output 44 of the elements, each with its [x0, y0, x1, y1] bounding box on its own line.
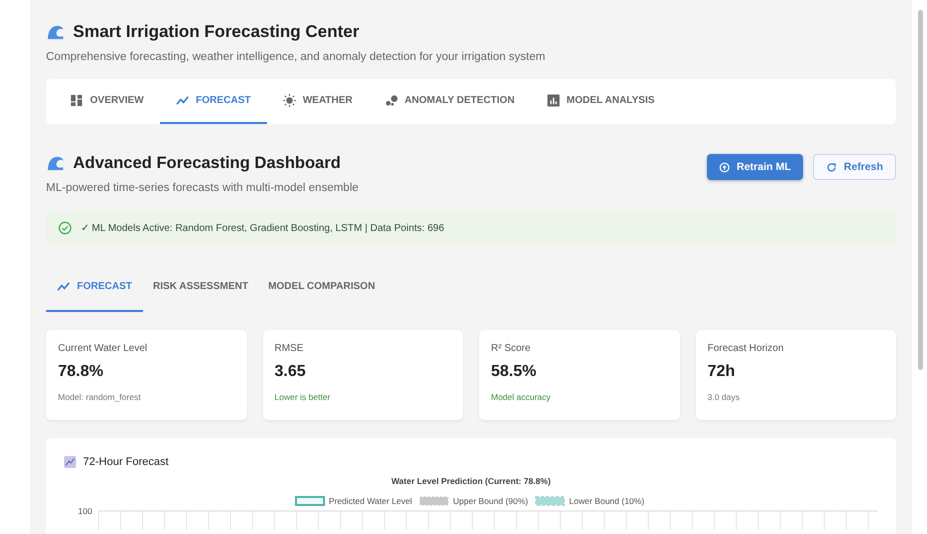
- wave-icon: [46, 154, 65, 173]
- tab[interactable]: RISK ASSESSMENT: [143, 262, 258, 312]
- metric-note: Lower is better: [274, 392, 332, 402]
- retrain-button[interactable]: Retrain ML: [706, 154, 803, 180]
- trend-line-icon: [176, 94, 189, 107]
- page-title: Smart Irrigation Forecasting Center: [73, 22, 360, 42]
- section-title: Advanced Forecasting Dashboard: [73, 154, 341, 173]
- metric-value: 3.65: [274, 363, 307, 381]
- tab[interactable]: ANOMALY DETECTION: [368, 79, 531, 124]
- dashboard-icon: [70, 94, 83, 107]
- scatter-dots-icon: [384, 94, 398, 107]
- tab[interactable]: MODEL ANALYSIS: [530, 79, 671, 124]
- metric-note: 3.0 days: [708, 392, 741, 402]
- tab[interactable]: FORECAST: [160, 79, 267, 124]
- forecast-title: 72-Hour Forecast: [83, 456, 169, 468]
- metric-label: Forecast Horizon: [708, 343, 785, 354]
- legend-label: Upper Bound (90%): [453, 496, 528, 506]
- chart-icon: [64, 456, 76, 468]
- metric-value: 58.5%: [491, 363, 538, 381]
- tab[interactable]: MODEL COMPARISON: [258, 262, 386, 312]
- metric-value: 78.8%: [58, 363, 104, 381]
- sun-icon: [282, 94, 296, 107]
- metric-value: 72h: [708, 363, 736, 381]
- axis-tick-label: 100: [78, 506, 92, 516]
- trend-line-icon: [57, 280, 70, 292]
- alert-text: ✓ ML Models Active: Random Forest, Gradient Boosting, LSTM | Data Points: 696: [81, 222, 444, 234]
- page-subtitle: Comprehensive forecasting, weather intelligence, and anomaly detection for your irrigation system: [46, 51, 546, 63]
- legend-label: Lower Bound (10%): [569, 496, 644, 506]
- check-circle-icon: [58, 220, 72, 234]
- metric-note: Model: random_forest: [58, 392, 142, 402]
- chart-title: Water Level Prediction (Current: 78.8%): [390, 476, 552, 486]
- metric-label: RMSE: [274, 343, 304, 354]
- bar-chart-icon: [546, 94, 560, 107]
- tab[interactable]: FORECAST: [46, 262, 143, 312]
- tab[interactable]: WEATHER: [266, 79, 369, 124]
- metric-label: R² Score: [491, 343, 532, 354]
- metric-label: Current Water Level: [58, 343, 148, 354]
- metric-note: Model accuracy: [491, 392, 552, 402]
- tab[interactable]: OVERVIEW: [54, 79, 160, 124]
- section-subtitle: ML-powered time-series forecasts with multi-model ensemble: [46, 182, 359, 194]
- scrollbar[interactable]: [918, 10, 923, 370]
- legend-label: Predicted Water Level: [328, 496, 412, 506]
- refresh-icon: [826, 162, 837, 172]
- refresh-button[interactable]: Refresh: [812, 154, 896, 180]
